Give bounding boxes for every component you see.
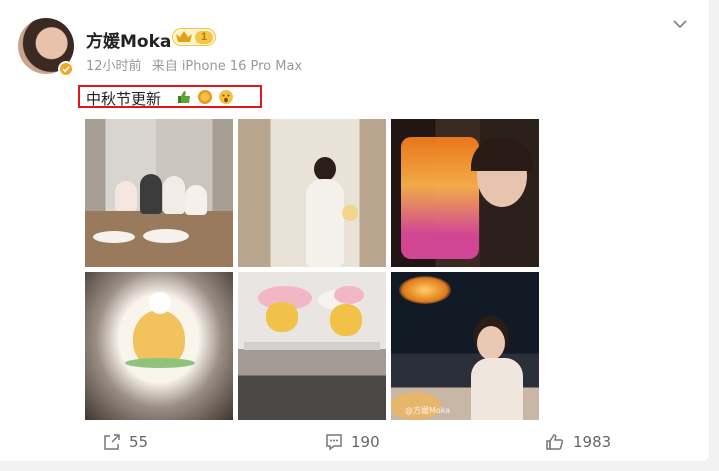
- cake-display-photo[interactable]: [85, 272, 233, 420]
- post-time[interactable]: 12小时前: [86, 59, 142, 74]
- verified-badge-icon: [58, 61, 74, 77]
- like-count: 1983: [573, 433, 612, 451]
- share-button[interactable]: 55: [103, 428, 148, 456]
- post-source: 来自 iPhone 16 Pro Max: [151, 59, 303, 74]
- vip-badge[interactable]: 1: [172, 28, 216, 46]
- share-count: 55: [129, 433, 149, 451]
- comment-count: 190: [351, 433, 380, 451]
- surprised-face-emoji-icon: [219, 90, 233, 104]
- mooncake-emoji-icon: [198, 90, 212, 104]
- share-icon: [104, 434, 120, 450]
- action-bar: 55 190 1983: [0, 428, 709, 456]
- comment-button[interactable]: 190: [325, 428, 380, 456]
- post-text: 中秋节更新: [86, 90, 162, 108]
- thumbs-up-icon: [546, 434, 564, 450]
- photo-grid: @方媛Moka: [85, 119, 539, 420]
- post-meta: 12小时前 来自 iPhone 16 Pro Max: [86, 55, 302, 74]
- night-view-selfie-photo[interactable]: @方媛Moka: [391, 272, 539, 420]
- rabbit-mooncakes-photo[interactable]: [238, 272, 386, 420]
- photo-watermark: @方媛Moka: [405, 406, 451, 415]
- family-dinner-photo[interactable]: [85, 119, 233, 267]
- like-button[interactable]: 1983: [545, 428, 611, 456]
- lantern-selfie-photo[interactable]: [391, 119, 539, 267]
- vip-level: 1: [195, 30, 214, 44]
- crown-icon: [176, 31, 192, 42]
- woman-standing-photo[interactable]: [238, 119, 386, 267]
- chevron-down-icon[interactable]: [670, 16, 690, 32]
- comment-icon: [326, 434, 342, 451]
- weibo-post-card: 方媛Moka 1 12小时前 来自 iPhone 16 Pro Max 中秋节更…: [0, 0, 709, 461]
- thumbs-up-emoji-icon: [178, 91, 190, 103]
- highlight-box: 中秋节更新: [78, 85, 262, 108]
- author-name[interactable]: 方媛Moka: [86, 27, 171, 52]
